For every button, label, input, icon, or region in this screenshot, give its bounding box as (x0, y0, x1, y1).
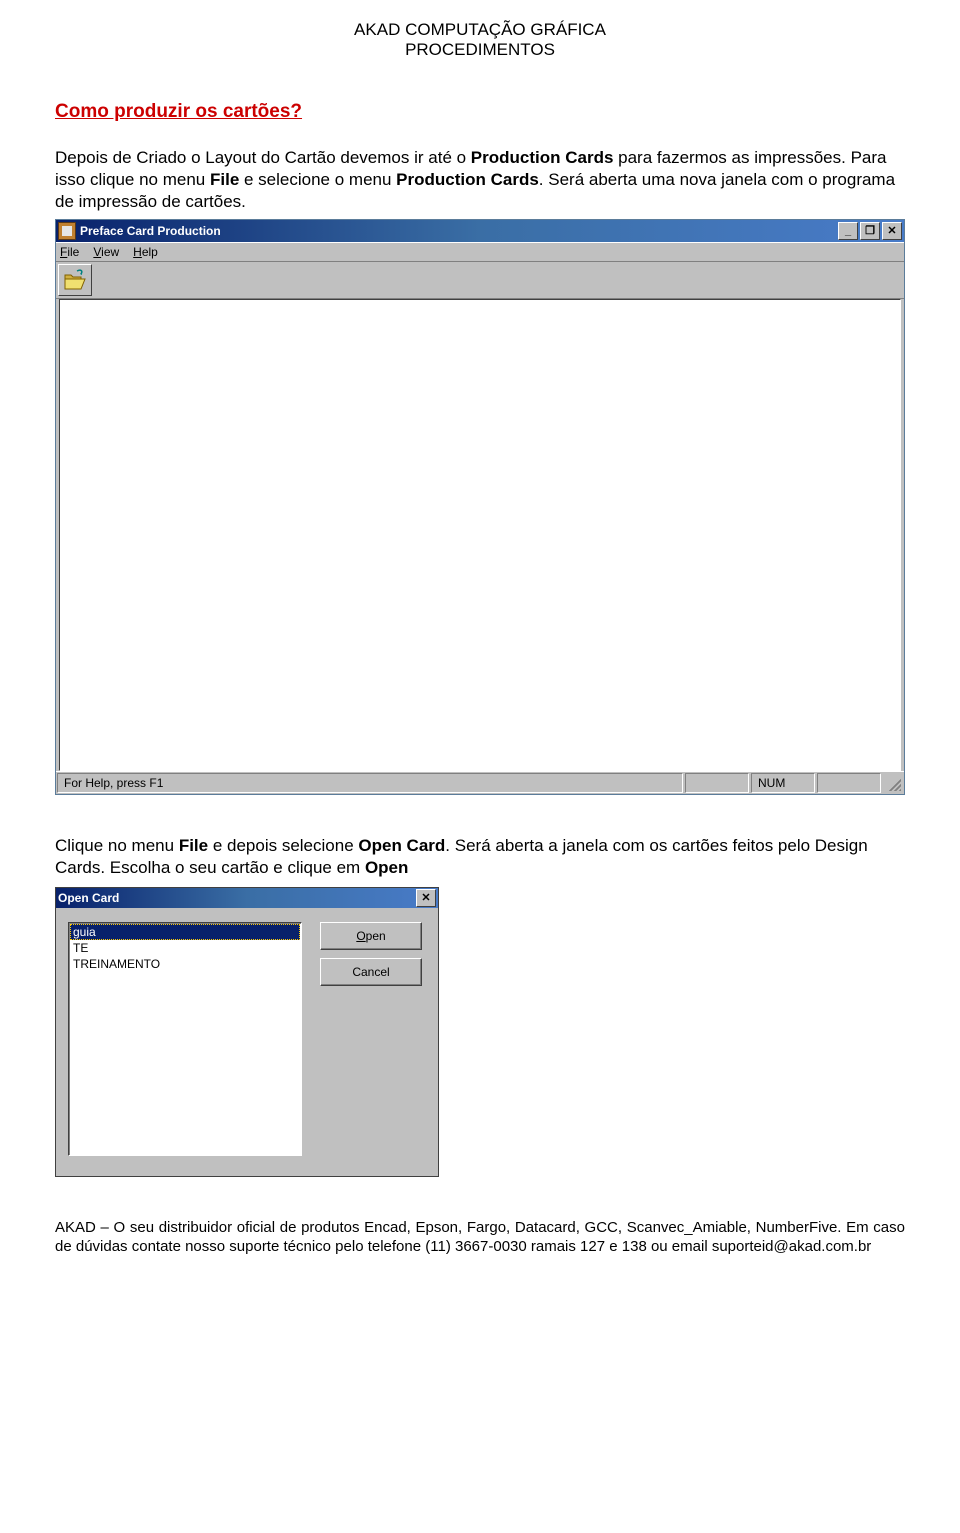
resize-grip[interactable] (883, 773, 903, 793)
cancel-button[interactable]: Cancel (320, 958, 422, 986)
dialog-button-column: OpenOpen Cancel (320, 922, 422, 1156)
paragraph-1: Depois de Criado o Layout do Cartão deve… (55, 147, 905, 213)
minimize-button[interactable]: _ (838, 222, 858, 240)
open-card-dialog: Open Card ✕ guia TE TREINAMENTO OpenOpen… (55, 887, 439, 1177)
document-header: AKAD COMPUTAÇÃO GRÁFICA PROCEDIMENTOS (55, 20, 905, 61)
list-item[interactable]: TREINAMENTO (70, 956, 300, 972)
status-num: NUM (751, 773, 815, 793)
maximize-button[interactable]: ❐ (860, 222, 880, 240)
open-button[interactable]: OpenOpen (320, 922, 422, 950)
toolbar (56, 261, 904, 299)
footer-text: AKAD – O seu distribuidor oficial de pro… (55, 1219, 905, 1257)
window-title: Preface Card Production (80, 224, 836, 238)
dialog-close-button[interactable]: ✕ (416, 889, 436, 907)
menubar: FFileile VViewiew HHelpelp (56, 242, 904, 261)
folder-open-icon (63, 269, 87, 291)
list-item[interactable]: TE (70, 940, 300, 956)
open-toolbar-button[interactable] (58, 264, 92, 296)
card-listbox[interactable]: guia TE TREINAMENTO (68, 922, 302, 1156)
menu-file[interactable]: FFileile (60, 245, 79, 259)
client-area (59, 299, 901, 771)
doc-header-line2: PROCEDIMENTOS (55, 40, 905, 60)
app-window: Preface Card Production _ ❐ ✕ FFileile V… (55, 219, 905, 795)
app-icon (58, 222, 76, 240)
status-help-text: For Help, press F1 (57, 773, 683, 793)
dialog-titlebar[interactable]: Open Card ✕ (56, 888, 438, 908)
titlebar[interactable]: Preface Card Production _ ❐ ✕ (56, 220, 904, 242)
menu-help[interactable]: HHelpelp (133, 245, 158, 259)
menu-view[interactable]: VViewiew (93, 245, 119, 259)
doc-header-line1: AKAD COMPUTAÇÃO GRÁFICA (55, 20, 905, 40)
statusbar: For Help, press F1 NUM (56, 771, 904, 794)
list-item[interactable]: guia (70, 924, 300, 940)
paragraph-2: Clique no menu File e depois selecione O… (55, 835, 905, 879)
dialog-title: Open Card (58, 891, 414, 905)
close-button[interactable]: ✕ (882, 222, 902, 240)
status-empty-2 (817, 773, 881, 793)
status-empty-1 (685, 773, 749, 793)
section-title: Como produzir os cartões? (55, 101, 905, 123)
